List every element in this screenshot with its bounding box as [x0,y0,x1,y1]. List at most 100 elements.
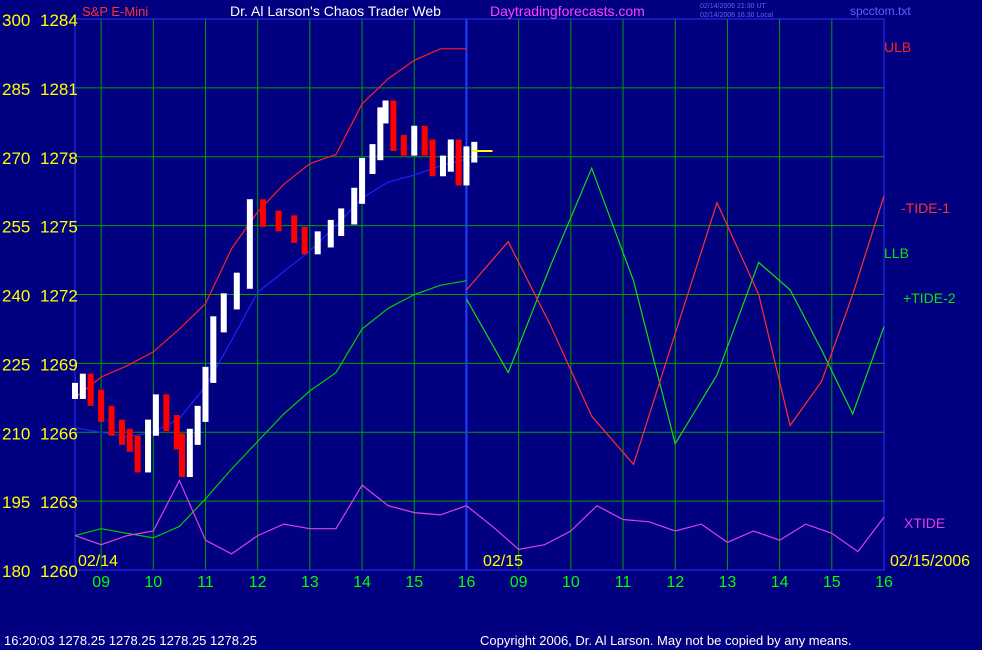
price-bar [429,139,436,177]
price-bar [118,419,125,445]
price-bar [87,373,94,406]
x-tick-label-10: 11 [615,574,632,591]
timestamp-local: 02/14/2006 16:30 Local [700,12,774,19]
price-bar [447,139,454,172]
price-bar [351,187,358,225]
price-bar [79,373,86,399]
price-axis-tick-6: 1266 [40,424,78,443]
x-tick-label-9: 10 [562,574,580,591]
price-axis-tick-2: 1278 [40,149,78,168]
price-bar [210,316,217,383]
x-tick-label-4: 13 [301,574,319,591]
x-tick-label-8: 09 [510,574,528,591]
price-bar [126,428,133,452]
price-axis-tick-4: 1272 [40,287,78,306]
price-bar [421,125,428,156]
left-axis-tick-8: 180 [2,562,30,581]
chart-instrument-label: S&P E-Mini [82,4,148,19]
price-bar [202,366,209,422]
series-label--tide-2: +TIDE-2 [903,290,956,306]
series-label--tide-1: -TIDE-1 [901,200,950,216]
series-line-ulb [74,48,467,399]
series-label-ulb: ULB [884,39,911,55]
x-tick-label-15: 16 [875,574,893,591]
price-bar [400,134,407,156]
filename-label: spcctom.txt [850,4,911,18]
price-bar [173,415,180,450]
price-bar [301,226,308,255]
left-axis-tick-5: 225 [2,355,30,374]
date-label-2: 02/15/2006 [890,553,970,570]
series-line-llb [74,280,467,539]
date-label-0: 02/14 [78,553,118,570]
price-bar [314,231,321,255]
price-bar [98,389,105,422]
date-label-1: 02/15 [483,553,523,570]
price-bar [439,155,446,177]
left-axis-tick-3: 255 [2,218,30,237]
series-label-xtide: XTIDE [904,515,945,531]
x-tick-label-6: 15 [405,574,423,591]
price-bar [163,394,170,432]
price-bar [246,199,253,289]
footer-quote: 16:20:03 1278.25 1278.25 1278.25 1278.25 [4,633,257,648]
price-bar [220,293,227,333]
price-bar [327,219,334,248]
website-label: Daytradingforecasts.com [490,3,645,19]
price-bar [134,435,141,473]
left-axis-tick-4: 240 [2,287,30,306]
price-bar [338,208,345,236]
price-bar [194,405,201,445]
price-bar [369,144,376,174]
footer-copyright: Copyright 2006, Dr. Al Larson. May not b… [480,633,851,648]
series-line-xtide [74,479,885,555]
price-bar [359,157,366,204]
price-bar [108,405,115,436]
price-bar [382,100,389,124]
chart-grid [74,18,885,571]
price-bar [152,394,159,436]
price-bar [291,215,298,243]
x-tick-label-2: 11 [197,574,214,591]
price-bar [463,146,470,186]
price-axis-tick-0: 1284 [40,11,78,30]
chart-series-layer [74,48,885,555]
left-axis-tick-7: 195 [2,493,30,512]
left-axis-tick-0: 300 [2,11,30,30]
x-tick-label-11: 12 [666,574,684,591]
x-tick-label-0: 09 [92,574,110,591]
price-bar [471,141,478,163]
chart-title: Dr. Al Larson's Chaos Trader Web [230,3,441,19]
left-axis-tick-2: 270 [2,149,30,168]
x-tick-label-3: 12 [249,574,267,591]
axis-labels-layer: 300 1284 285 1281 270 1278 255 1275 240 1272 225 12… [2,11,970,591]
timestamp-ut: 02/14/2006 21:30 UT [700,3,766,10]
price-bar [455,139,462,186]
left-axis-tick-1: 285 [2,80,30,99]
x-tick-label-13: 14 [771,574,789,591]
price-axis-tick-7: 1263 [40,493,78,512]
price-bar [275,210,282,232]
price-bar [377,107,384,161]
chart-canvas: 300 1284 285 1281 270 1278 255 1275 240 1272 225 12… [2,3,970,648]
price-axis-tick-1: 1281 [40,80,78,99]
series-label-llb: LLB [884,245,909,261]
price-axis-tick-5: 1269 [40,355,78,374]
x-tick-label-1: 10 [144,574,162,591]
x-tick-label-14: 15 [823,574,841,591]
price-bar [186,428,193,478]
x-tick-label-12: 13 [719,574,737,591]
price-bar [411,125,418,156]
price-axis-tick-8: 1260 [40,562,78,581]
price-bar [233,272,240,310]
price-bar [390,100,397,152]
x-tick-label-7: 16 [458,574,476,591]
x-tick-label-5: 14 [353,574,371,591]
price-bar [72,382,78,399]
price-axis-tick-3: 1275 [40,218,78,237]
price-bar [145,419,152,473]
left-axis-tick-6: 210 [2,424,30,443]
series-labels-layer: ULB -TIDE-1 LLB +TIDE-2 XTIDE [884,39,956,531]
price-bar [259,199,266,227]
price-bar [178,433,185,478]
